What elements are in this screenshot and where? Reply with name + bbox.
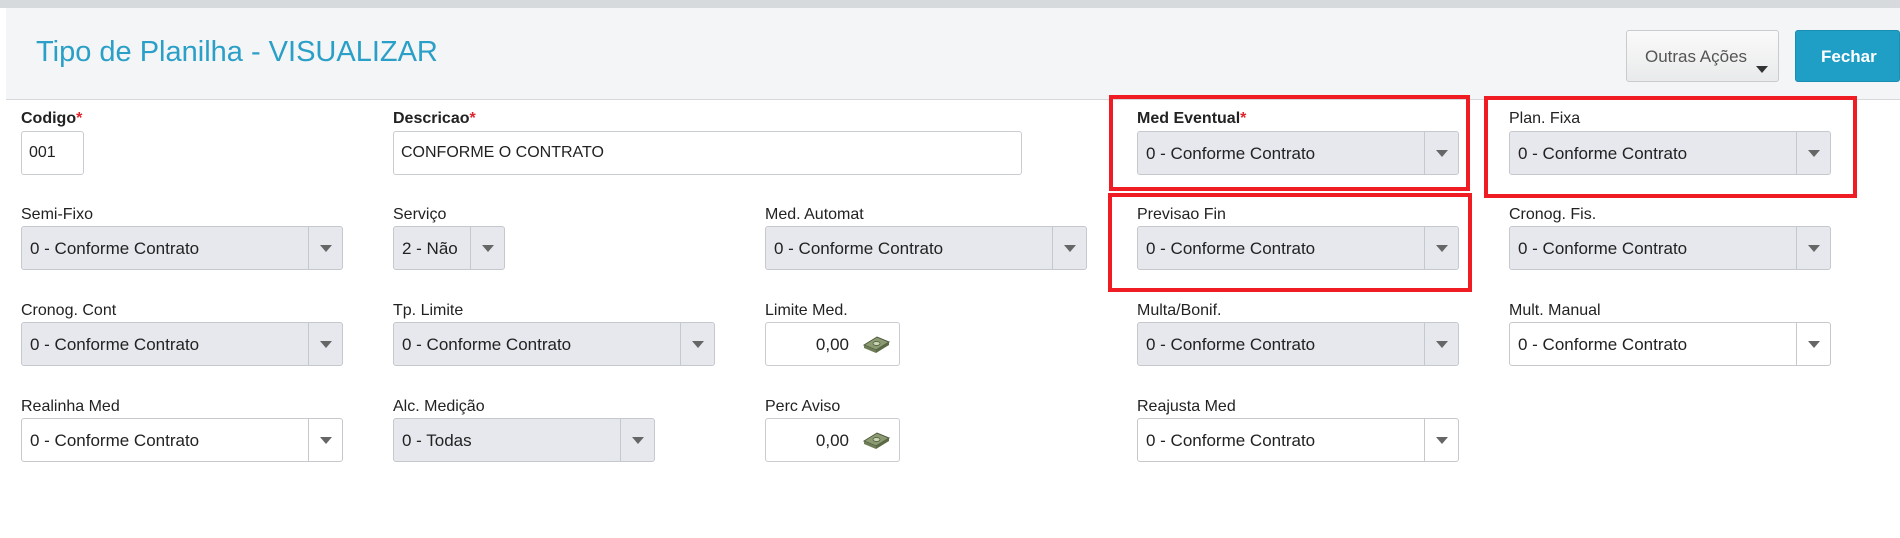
med-automat-select[interactable]: 0 - Conforme Contrato <box>765 226 1087 270</box>
chevron-down-icon <box>1436 341 1448 348</box>
chevron-down-icon <box>632 437 644 444</box>
tp-limite-dropdown[interactable] <box>680 323 714 365</box>
tp-limite-value: 0 - Conforme Contrato <box>402 335 572 354</box>
required-marker: * <box>469 110 476 127</box>
realinha-med-value: 0 - Conforme Contrato <box>30 431 200 450</box>
semi-fixo-dropdown[interactable] <box>308 227 342 269</box>
cronog-fis-label: Cronog. Fis. <box>1509 206 1597 223</box>
multa-bonif-label: Multa/Bonif. <box>1137 302 1222 319</box>
money-icon[interactable] <box>861 429 891 451</box>
tp-limite-label: Tp. Limite <box>393 302 464 319</box>
highlight-box-previsao-fin <box>1108 193 1472 292</box>
outras-acoes-label: Outras Ações <box>1645 47 1748 66</box>
alc-medicao-select[interactable]: 0 - Todas <box>393 418 655 462</box>
realinha-med-dropdown[interactable] <box>308 419 342 461</box>
mult-manual-select[interactable]: 0 - Conforme Contrato <box>1509 322 1831 366</box>
page-title: Tipo de Planilha - VISUALIZAR <box>36 36 438 68</box>
outras-acoes-button[interactable]: Outras Ações <box>1626 30 1779 82</box>
servico-select[interactable]: 2 - Não <box>393 226 505 270</box>
top-strip <box>0 0 1900 8</box>
chevron-down-icon <box>1808 245 1820 252</box>
semi-fixo-select[interactable]: 0 - Conforme Contrato <box>21 226 343 270</box>
chevron-down-icon <box>1808 341 1820 348</box>
med-automat-value: 0 - Conforme Contrato <box>774 239 944 258</box>
chevron-down-icon <box>1436 437 1448 444</box>
chevron-down-icon <box>1064 245 1076 252</box>
cronog-cont-value: 0 - Conforme Contrato <box>30 335 200 354</box>
caret-down-icon <box>1756 66 1768 73</box>
codigo-label: Codigo* <box>21 110 83 127</box>
perc-aviso-input[interactable]: 0,00 <box>765 418 900 462</box>
limite-med-input[interactable]: 0,00 <box>765 322 900 366</box>
descricao-label: Descricao* <box>393 110 476 127</box>
fechar-label: Fechar <box>1821 47 1877 66</box>
realinha-med-select[interactable]: 0 - Conforme Contrato <box>21 418 343 462</box>
servico-label: Serviço <box>393 206 447 223</box>
mult-manual-label: Mult. Manual <box>1509 302 1601 319</box>
reajusta-med-label: Reajusta Med <box>1137 398 1236 415</box>
reajusta-med-select[interactable]: 0 - Conforme Contrato <box>1137 418 1459 462</box>
cronog-cont-dropdown[interactable] <box>308 323 342 365</box>
med-automat-label: Med. Automat <box>765 206 864 223</box>
semi-fixo-label: Semi-Fixo <box>21 206 94 223</box>
chevron-down-icon <box>692 341 704 348</box>
limite-med-label: Limite Med. <box>765 302 848 319</box>
cronog-fis-value: 0 - Conforme Contrato <box>1518 239 1688 258</box>
alc-medicao-value: 0 - Todas <box>402 431 472 450</box>
multa-bonif-select[interactable]: 0 - Conforme Contrato <box>1137 322 1459 366</box>
servico-dropdown[interactable] <box>470 227 504 269</box>
cronog-fis-select[interactable]: 0 - Conforme Contrato <box>1509 226 1831 270</box>
chevron-down-icon <box>320 437 332 444</box>
chevron-down-icon <box>482 245 494 252</box>
highlight-box-med-eventual <box>1109 95 1470 191</box>
fechar-button[interactable]: Fechar <box>1795 30 1900 82</box>
page-header: Tipo de Planilha - VISUALIZAR Outras Açõ… <box>6 8 1900 100</box>
semi-fixo-value: 0 - Conforme Contrato <box>30 239 200 258</box>
realinha-med-label: Realinha Med <box>21 398 120 415</box>
alc-medicao-label: Alc. Medição <box>393 398 485 415</box>
multa-bonif-dropdown[interactable] <box>1424 323 1458 365</box>
required-marker: * <box>76 110 83 127</box>
med-automat-dropdown[interactable] <box>1052 227 1086 269</box>
mult-manual-value: 0 - Conforme Contrato <box>1518 335 1688 354</box>
cronog-cont-select[interactable]: 0 - Conforme Contrato <box>21 322 343 366</box>
multa-bonif-value: 0 - Conforme Contrato <box>1146 335 1316 354</box>
cronog-cont-label: Cronog. Cont <box>21 302 117 319</box>
reajusta-med-dropdown[interactable] <box>1424 419 1458 461</box>
codigo-input[interactable]: 001 <box>21 131 84 175</box>
perc-aviso-label: Perc Aviso <box>765 398 841 415</box>
chevron-down-icon <box>320 341 332 348</box>
alc-medicao-dropdown[interactable] <box>620 419 654 461</box>
cronog-fis-dropdown[interactable] <box>1796 227 1830 269</box>
perc-aviso-value: 0,00 <box>815 431 849 450</box>
descricao-input[interactable]: CONFORME O CONTRATO <box>393 131 1022 175</box>
chevron-down-icon <box>320 245 332 252</box>
mult-manual-dropdown[interactable] <box>1796 323 1830 365</box>
reajusta-med-value: 0 - Conforme Contrato <box>1146 431 1316 450</box>
limite-med-value: 0,00 <box>815 335 849 354</box>
servico-value: 2 - Não <box>402 239 458 258</box>
tp-limite-select[interactable]: 0 - Conforme Contrato <box>393 322 715 366</box>
money-icon[interactable] <box>861 333 891 355</box>
highlight-box-plan-fixa <box>1484 96 1857 198</box>
